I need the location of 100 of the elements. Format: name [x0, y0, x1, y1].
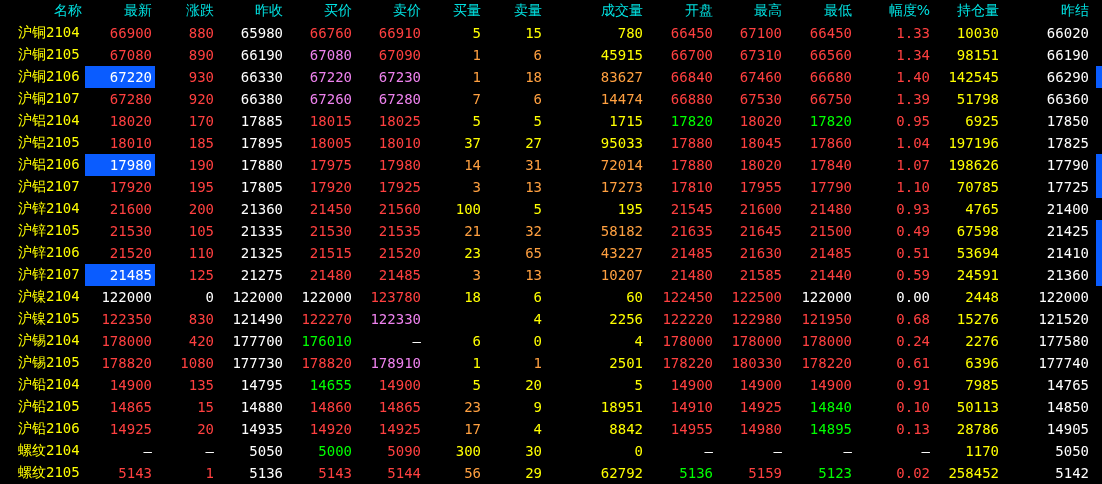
contract-name[interactable]: 沪镍2105: [0, 308, 82, 330]
table-cell-text: 190: [187, 156, 214, 175]
table-cell-text: 21600: [108, 200, 152, 219]
table-cell-text: 21630: [738, 244, 782, 263]
table-cell-text: 70785: [955, 178, 999, 197]
table-cell-text: 21410: [1045, 244, 1089, 263]
contract-name[interactable]: 沪铜2104: [0, 22, 82, 44]
table-cell-text: —: [411, 332, 421, 351]
contract-name[interactable]: 沪铜2105: [0, 44, 82, 66]
table-cell-text: 72014: [599, 156, 643, 175]
contract-name[interactable]: 沪铅2105: [0, 396, 82, 418]
contract-name[interactable]: 螺纹2105: [0, 462, 82, 484]
column-header[interactable]: 卖量: [481, 0, 542, 22]
contract-name[interactable]: 沪铅2104: [0, 374, 82, 396]
contract-name[interactable]: 沪锡2104: [0, 330, 82, 352]
table-cell-text: 15: [524, 24, 542, 43]
table-cell-text: 51798: [955, 90, 999, 109]
column-header[interactable]: 名称: [0, 0, 82, 22]
contract-name[interactable]: 沪锡2105: [0, 352, 82, 374]
contract-name[interactable]: 沪铝2107: [0, 176, 82, 198]
table-cell-text: 21360: [1045, 266, 1089, 285]
table-cell-text: 121520: [1037, 310, 1089, 329]
column-header[interactable]: 最低: [782, 0, 852, 22]
table-cell-text: 9: [532, 398, 542, 417]
column-header[interactable]: 最高: [713, 0, 782, 22]
column-header[interactable]: 涨跌: [152, 0, 214, 22]
column-header[interactable]: 买价: [283, 0, 352, 22]
table-cell-text: 14900: [108, 376, 152, 395]
table-cell-text: 21530: [308, 222, 352, 241]
contract-name[interactable]: 沪锌2106: [0, 242, 82, 264]
table-cell-text: 17860: [808, 134, 852, 153]
table-cell-text: 15276: [955, 310, 999, 329]
contract-name[interactable]: 沪铅2106: [0, 418, 82, 440]
column-header[interactable]: 成交量: [542, 0, 643, 22]
column-header[interactable]: 持仓量: [930, 0, 999, 22]
table-cell-text: 17825: [1045, 134, 1089, 153]
table-cell-text: 24591: [955, 266, 999, 285]
column-header[interactable]: 开盘: [643, 0, 713, 22]
table-cell-text: 67310: [738, 46, 782, 65]
contract-name[interactable]: 沪铝2105: [0, 132, 82, 154]
contract-name[interactable]: 沪镍2104: [0, 286, 82, 308]
contract-name[interactable]: 螺纹2104: [0, 440, 82, 462]
table-cell-text: 1.40: [895, 68, 930, 87]
table-cell-text: 2448: [964, 288, 999, 307]
column-header[interactable]: 卖价: [352, 0, 421, 22]
table-cell-text: 21545: [669, 200, 713, 219]
table-cell-text: 14955: [669, 420, 713, 439]
table-cell-text: —: [204, 442, 214, 461]
table-cell-text: 66700: [669, 46, 713, 65]
table-cell-text: 37: [463, 134, 481, 153]
contract-name[interactable]: 沪铜2107: [0, 88, 82, 110]
column-header[interactable]: 买量: [421, 0, 481, 22]
column-header[interactable]: 昨收: [214, 0, 283, 22]
table-cell-text: 20: [524, 376, 542, 395]
table-cell-text: 45915: [599, 46, 643, 65]
contract-name[interactable]: 沪锌2105: [0, 220, 82, 242]
column-header[interactable]: 最新: [82, 0, 152, 22]
table-cell-text: —: [772, 442, 782, 461]
table-cell-text: 27: [524, 134, 542, 153]
table-cell-text: 1.04: [895, 134, 930, 153]
table-cell-text: 8842: [608, 420, 643, 439]
table-cell-text: 21425: [1045, 222, 1089, 241]
table-cell-text: 28786: [955, 420, 999, 439]
table-cell-text: 13: [524, 266, 542, 285]
table-cell-text: 66380: [239, 90, 283, 109]
table-cell-text: 14765: [1045, 376, 1089, 395]
table-cell-text: 3: [471, 178, 481, 197]
table-cell-text: 177580: [1037, 332, 1089, 351]
table-cell-text: 0: [532, 332, 542, 351]
contract-name[interactable]: 沪锌2107: [0, 264, 82, 286]
table-cell-text: 170: [187, 112, 214, 131]
table-cell-text: 121950: [800, 310, 852, 329]
table-cell-text: 66560: [808, 46, 852, 65]
table-cell-text: 1.33: [895, 24, 930, 43]
table-cell-text: 17790: [1045, 156, 1089, 175]
table-cell-text: 21530: [108, 222, 152, 241]
table-cell-text: 66330: [239, 68, 283, 87]
table-cell-text: 6: [532, 90, 542, 109]
table-cell-text: 1: [471, 68, 481, 87]
table-cell-text: 5: [532, 112, 542, 131]
contract-name[interactable]: 沪铝2104: [0, 110, 82, 132]
table-cell-text: 21480: [808, 200, 852, 219]
table-cell-text: 14840: [808, 398, 852, 417]
contract-name[interactable]: 沪锌2104: [0, 198, 82, 220]
table-cell-text: 177730: [231, 354, 283, 373]
table-cell-text: 4: [532, 310, 542, 329]
table-cell-text: 21500: [808, 222, 852, 241]
table-cell-text: 10030: [955, 24, 999, 43]
contract-name[interactable]: 沪铜2106: [0, 66, 82, 88]
table-cell-text: 17805: [239, 178, 283, 197]
column-header[interactable]: 幅度%: [852, 0, 930, 22]
table-cell-text: 32: [524, 222, 542, 241]
column-header[interactable]: 昨结: [999, 0, 1089, 22]
table-cell-text: 17725: [1045, 178, 1089, 197]
table-cell-text: —: [142, 442, 152, 461]
table-cell-text: 21585: [738, 266, 782, 285]
table-cell-text: 67598: [955, 222, 999, 241]
table-cell-text: 21515: [308, 244, 352, 263]
table-cell-text: 66750: [808, 90, 852, 109]
contract-name[interactable]: 沪铝2106: [0, 154, 82, 176]
